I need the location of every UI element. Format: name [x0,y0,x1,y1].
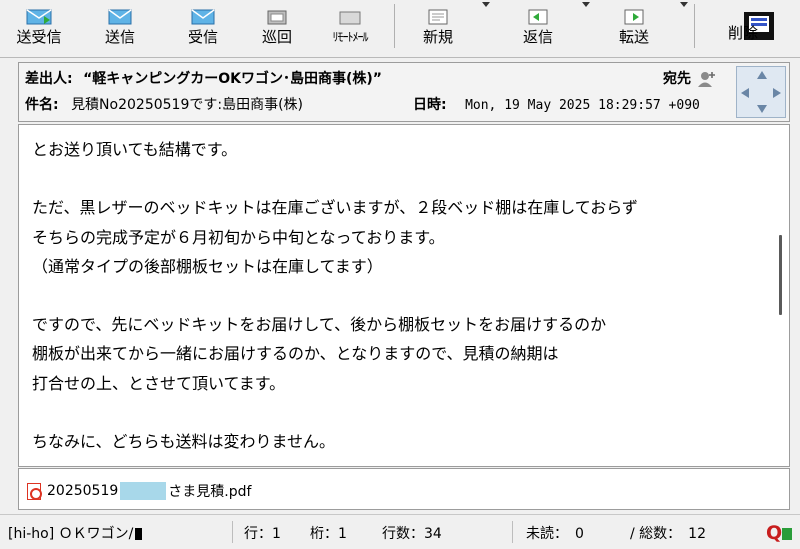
toolbar-separator [394,4,395,48]
attachment-item[interactable]: 20250519 さま見積.pdf [27,481,251,501]
remote-mail-button[interactable]: ﾘﾓｰﾄﾒｰﾙ [314,0,386,46]
navigation-pad[interactable] [736,66,786,118]
subject-label: 件名: [25,97,59,113]
status-bar: [hi-ho] ＯＫワゴン/ 行：1 桁：1 行数：34 未読： 0 / 総数：… [0,514,800,549]
forward-button[interactable]: 転送 [614,0,654,46]
send-button[interactable]: 送信 [100,0,140,46]
app-status-icon[interactable]: Q [766,520,794,544]
reply-icon [523,8,553,26]
date-label: 日時: [413,97,447,113]
status-total: / 総数： 12 [630,526,706,542]
from-label: 差出人: [25,71,73,87]
reply-dropdown-icon[interactable] [582,2,590,7]
cursor-block-icon [135,528,143,540]
add-contact-icon[interactable] [697,71,717,87]
send-icon [105,8,135,26]
left-arrow-icon[interactable] [741,88,749,98]
vertical-scrollbar[interactable] [771,125,789,466]
prev-message-arrow-icon[interactable] [757,71,767,79]
patrol-icon [262,8,292,26]
status-column: 桁：1 [310,526,347,542]
remote-mail-icon [335,8,365,26]
svg-text:Q: Q [766,522,782,544]
toolbar: 送受信 送信 受信 巡回 ﾘﾓｰﾄﾒｰﾙ 新規 返信 転送 削除 [0,0,800,58]
forward-icon [619,8,649,26]
attachment-name-prefix: 20250519 [47,483,119,499]
pdf-file-icon [27,482,42,500]
subject-value: 見積No20250519です:島田商事(株) [71,97,303,113]
message-body[interactable]: とお送り頂いても結構です。 ただ、黒レザーのベッドキットは在庫ございますが、２段… [18,124,790,467]
new-mail-button[interactable]: 新規 [418,0,458,46]
message-body-text[interactable]: とお送り頂いても結構です。 ただ、黒レザーのベッドキットは在庫ございますが、２段… [32,135,772,456]
to-label: 宛先 [663,71,691,87]
redacted-text [120,482,167,500]
forward-dropdown-icon[interactable] [680,2,688,7]
to-field[interactable]: 宛先 [663,68,717,88]
delete-button[interactable]: 削除 [728,0,788,40]
patrol-button[interactable]: 巡回 [257,0,297,46]
reply-button[interactable]: 返信 [518,0,558,46]
receive-icon [188,8,218,26]
status-line-count: 行数：34 [382,526,442,542]
scrollbar-thumb[interactable] [779,235,782,315]
attachment-name-suffix: さま見積.pdf [168,484,252,500]
message-header: 差出人: “軽キャンピングカーOKワゴン･島田商事(株)” 宛先 件名: 見積N… [18,62,790,122]
send-receive-icon [24,8,54,26]
date-row: 日時: Mon, 19 May 2025 18:29:57 +090 [413,94,735,114]
attachment-bar: 20250519 さま見積.pdf [18,468,790,510]
new-mail-dropdown-icon[interactable] [482,2,490,7]
from-value[interactable]: “軽キャンピングカーOKワゴン･島田商事(株)” [83,71,382,87]
status-account: [hi-ho] ＯＫワゴン/ [8,523,143,543]
date-value: Mon, 19 May 2025 18:29:57 +090 [465,98,700,113]
next-message-arrow-icon[interactable] [757,105,767,113]
subject-row: 件名: 見積No20250519です:島田商事(株) [25,94,303,114]
send-receive-button[interactable]: 送受信 [10,0,68,46]
status-unread: 未読： 0 [526,526,584,542]
right-arrow-icon[interactable] [773,88,781,98]
status-line: 行：1 [244,526,281,542]
receive-button[interactable]: 受信 [183,0,223,46]
from-row: 差出人: “軽キャンピングカーOKワゴン･島田商事(株)” [25,68,382,88]
new-mail-icon [423,8,453,26]
toolbar-separator [694,4,695,48]
